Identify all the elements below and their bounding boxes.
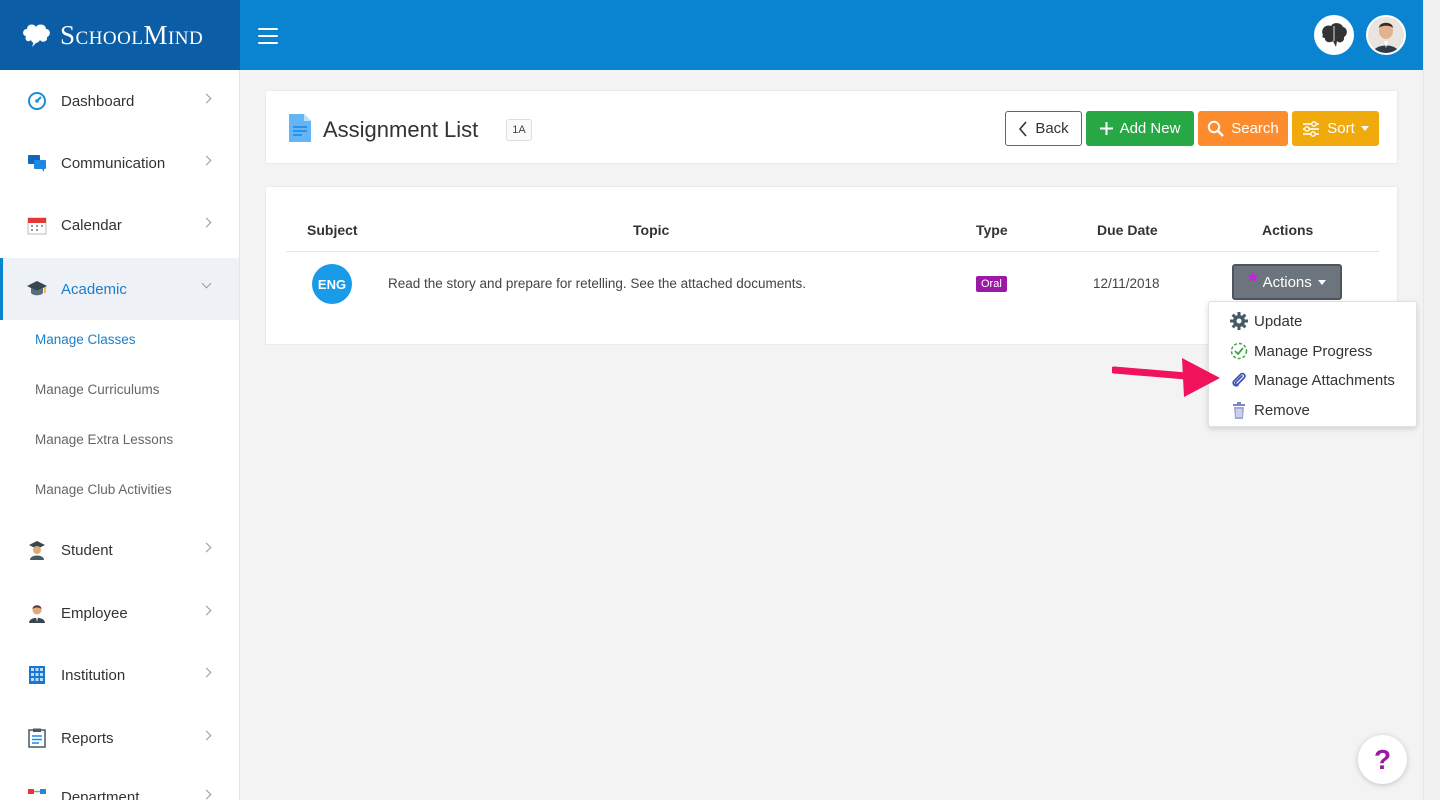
sidebar-item-calendar[interactable]: Calendar	[0, 194, 239, 256]
back-button[interactable]: Back	[1005, 111, 1082, 146]
brain-logo-icon	[23, 24, 50, 47]
search-button-label: Search	[1231, 120, 1279, 137]
sidebar-item-academic[interactable]: Academic	[0, 258, 239, 320]
page-title: Assignment List	[323, 117, 479, 142]
menu-item-label: Manage Progress	[1254, 342, 1373, 360]
sidebar-item-label: Department	[61, 788, 140, 800]
building-icon	[26, 664, 48, 686]
brain-avatar-icon	[1316, 17, 1352, 53]
menu-item-update[interactable]: Update	[1209, 307, 1418, 335]
header-divider	[286, 251, 1379, 252]
sidebar-item-label: Reports	[61, 729, 114, 747]
institution-avatar[interactable]	[1314, 15, 1354, 55]
search-icon	[1207, 120, 1225, 137]
caret-down-icon	[1360, 126, 1369, 131]
sidebar-item-label: Dashboard	[61, 92, 135, 110]
type-badge: Oral	[976, 276, 1007, 292]
asterisk-icon: *	[1248, 268, 1258, 295]
brand-name: SchoolMind	[60, 19, 204, 50]
document-icon	[289, 114, 311, 142]
pointer-arrow-annotation	[1112, 358, 1220, 397]
actions-button-label: Actions	[1262, 273, 1312, 291]
menu-toggle-icon[interactable]	[258, 28, 278, 44]
caret-down-icon	[1317, 279, 1326, 285]
sidebar-item-label: Institution	[61, 666, 126, 684]
sidebar-item-label: Communication	[61, 154, 166, 172]
add-new-button[interactable]: Add New	[1086, 111, 1194, 146]
student-icon	[26, 539, 48, 561]
column-header-type: Type	[976, 222, 1008, 238]
sidebar-item-institution[interactable]: Institution	[0, 644, 239, 706]
add-new-button-label: Add New	[1119, 120, 1181, 137]
chevron-left-icon	[1018, 120, 1028, 137]
back-button-label: Back	[1035, 120, 1069, 137]
topic-cell: Read the story and prepare for retelling…	[388, 276, 807, 291]
dashboard-gauge-icon	[26, 90, 48, 112]
column-header-due-date: Due Date	[1097, 222, 1158, 238]
user-photo-icon	[1368, 17, 1404, 53]
sidebar-subitem-manage-club-activities[interactable]: Manage Club Activities	[35, 482, 172, 497]
vertical-scrollbar[interactable]	[1423, 0, 1440, 800]
menu-item-manage-progress[interactable]: Manage Progress	[1209, 337, 1418, 365]
sidebar-subitem-manage-extra-lessons[interactable]: Manage Extra Lessons	[35, 432, 173, 447]
menu-item-label: Remove	[1254, 401, 1310, 419]
help-button[interactable]: ?	[1358, 735, 1407, 784]
sidebar-item-label: Calendar	[61, 216, 122, 234]
sidebar-item-communication[interactable]: Communication	[0, 132, 239, 194]
sidebar-item-employee[interactable]: Employee	[0, 582, 239, 644]
page-header: Assignment List 1A Back Add New Search S…	[265, 90, 1398, 164]
menu-item-label: Update	[1254, 312, 1303, 330]
due-date-cell: 12/11/2018	[1093, 276, 1160, 291]
column-header-subject: Subject	[307, 222, 358, 238]
employee-icon	[26, 602, 48, 624]
paperclip-icon	[1230, 371, 1248, 389]
graduation-cap-icon	[26, 278, 48, 300]
user-avatar[interactable]	[1366, 15, 1406, 55]
brand-logo[interactable]: SchoolMind	[0, 0, 240, 70]
sidebar-item-label: Employee	[61, 604, 128, 622]
class-badge: 1A	[506, 119, 532, 141]
gear-icon	[1230, 312, 1248, 330]
menu-item-remove[interactable]: Remove	[1209, 396, 1418, 424]
column-header-topic: Topic	[633, 222, 670, 238]
sidebar-item-dashboard[interactable]: Dashboard	[0, 70, 239, 132]
sidebar: Dashboard Communication Calendar Academi…	[0, 70, 240, 800]
sidebar-item-student[interactable]: Student	[0, 519, 239, 581]
sidebar-item-label: Student	[61, 541, 113, 559]
actions-dropdown-menu: Update Manage Progress Manage Attachment…	[1208, 301, 1417, 427]
clipboard-icon	[26, 727, 48, 749]
sort-button[interactable]: Sort	[1292, 111, 1379, 146]
progress-check-icon	[1230, 342, 1248, 360]
plus-icon	[1099, 122, 1113, 135]
sidebar-item-label: Academic	[61, 280, 127, 298]
menu-item-manage-attachments[interactable]: Manage Attachments	[1209, 366, 1418, 394]
column-header-actions: Actions	[1262, 222, 1314, 238]
department-icon	[26, 786, 48, 800]
sort-button-label: Sort	[1327, 120, 1355, 137]
sidebar-item-reports[interactable]: Reports	[0, 707, 239, 769]
menu-item-label: Manage Attachments	[1254, 371, 1395, 389]
sliders-icon	[1302, 120, 1320, 137]
subject-badge: ENG	[312, 264, 352, 304]
trash-icon	[1230, 401, 1248, 419]
sidebar-subitem-manage-curriculums[interactable]: Manage Curriculums	[35, 382, 160, 397]
sidebar-item-department[interactable]: Department	[0, 766, 239, 800]
sidebar-subitem-manage-classes[interactable]: Manage Classes	[35, 332, 136, 347]
chat-bubbles-icon	[26, 152, 48, 174]
actions-dropdown-button[interactable]: * Actions	[1232, 264, 1342, 300]
search-button[interactable]: Search	[1198, 111, 1288, 146]
calendar-icon	[26, 214, 48, 236]
